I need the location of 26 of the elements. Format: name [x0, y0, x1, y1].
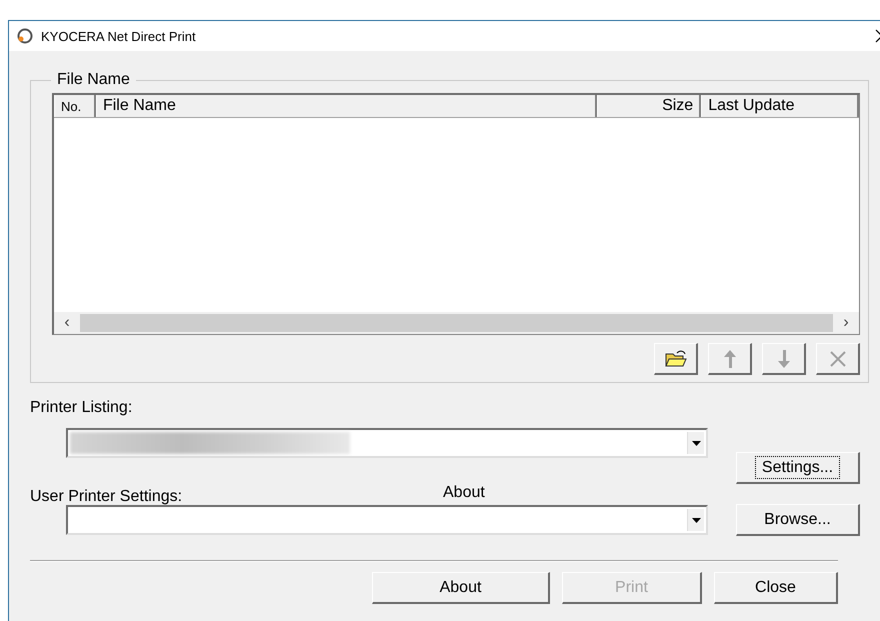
column-header[interactable]: Last Update: [701, 95, 859, 117]
settings-dropdown[interactable]: [66, 505, 708, 535]
settings-button[interactable]: Settings...: [736, 452, 860, 484]
column-header[interactable]: Size: [597, 95, 702, 117]
printer-dropdown[interactable]: [66, 428, 708, 458]
stray-label: About: [443, 484, 485, 502]
browse-button[interactable]: Browse...: [736, 504, 860, 536]
delete-icon: [828, 350, 846, 368]
app-icon: [17, 28, 33, 44]
window-title: KYOCERA Net Direct Print: [41, 28, 197, 44]
dropdown-arrow-icon: [692, 440, 700, 446]
folder-icon: [664, 350, 686, 368]
group-legend: File Name: [51, 71, 136, 89]
horizontal-scrollbar[interactable]: ‹ ›: [54, 312, 859, 334]
dialog-button[interactable]: About: [372, 572, 550, 604]
toolbar-button[interactable]: [654, 343, 698, 375]
down-arrow-icon: [776, 348, 790, 368]
field-label: User Printer Settings:: [30, 488, 184, 506]
up-arrow-icon: [722, 348, 736, 368]
column-header[interactable]: No.: [54, 95, 96, 117]
dropdown-arrow-icon: [692, 518, 700, 522]
dialog-button[interactable]: Close: [714, 572, 838, 604]
scroll-left-arrow[interactable]: ‹: [54, 314, 80, 332]
scroll-right-arrow[interactable]: ›: [833, 314, 859, 332]
column-header[interactable]: File Name: [96, 95, 598, 117]
field-label: Printer Listing:: [30, 399, 134, 417]
